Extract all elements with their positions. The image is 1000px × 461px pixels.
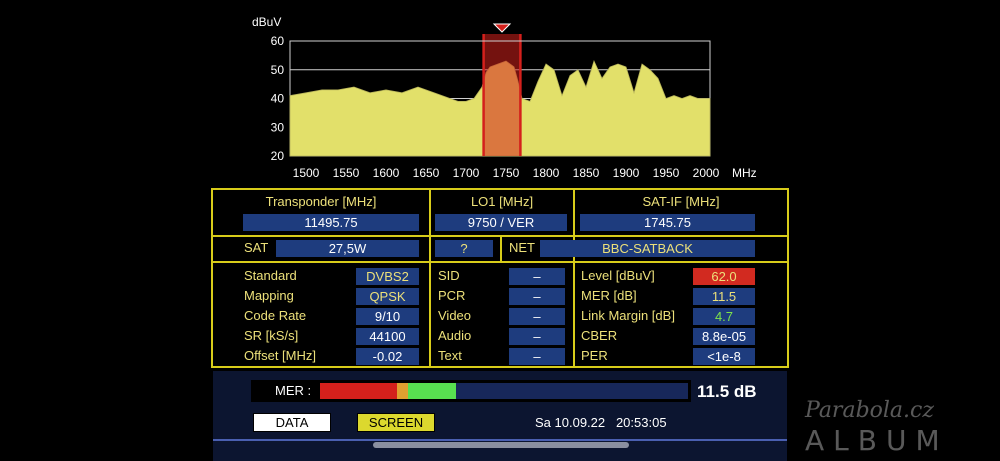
cber-label: CBER <box>581 328 618 343</box>
marker-arrow-icon <box>492 23 512 33</box>
offset-label: Offset [MHz] <box>244 348 316 363</box>
mapping-label: Mapping <box>244 288 294 303</box>
mapping-value: QPSK <box>356 288 419 305</box>
x-tick-label: 1750 <box>493 166 520 180</box>
offset-value: -0.02 <box>356 348 419 365</box>
per-value: <1e-8 <box>693 348 755 365</box>
cber-value: 8.8e-05 <box>693 328 755 345</box>
mer-bar-red-segment <box>320 383 397 399</box>
y-tick-label: 20 <box>271 149 285 163</box>
per-label: PER <box>581 348 608 363</box>
video-value: – <box>509 308 565 325</box>
symbol-rate-label: SR [kS/s] <box>244 328 299 343</box>
y-axis-label: dBuV <box>252 15 281 29</box>
spectrum-chart: 20 30 40 50 60 dBuV 1500 1550 1600 1650 1700 1750 18… <box>252 15 757 180</box>
standard-value: DVBS2 <box>356 268 419 285</box>
mer-bar-orange-segment <box>397 383 408 399</box>
net-label: NET <box>509 240 535 255</box>
sat-label: SAT <box>244 240 269 255</box>
mer-bar-frame: MER : <box>251 380 691 402</box>
y-tick-label: 30 <box>271 120 285 134</box>
x-tick-label: 1850 <box>573 166 600 180</box>
text-value: – <box>509 348 565 365</box>
unknown-value: ? <box>435 240 493 257</box>
parameter-panel: Transponder [MHz] 11495.75 LO1 [MHz] 975… <box>211 188 789 368</box>
datetime: Sa 10.09.22 20:53:05 <box>535 415 667 430</box>
mer-bar-value: 11.5 dB <box>697 382 757 401</box>
x-tick-label: 1950 <box>653 166 680 180</box>
mer-value: 11.5 <box>693 288 755 305</box>
x-tick-label: 1500 <box>293 166 320 180</box>
video-label: Video <box>438 308 472 323</box>
transponder-label: Transponder [MHz] <box>265 194 377 209</box>
x-tick-label: 1650 <box>413 166 440 180</box>
symbol-rate-value: 44100 <box>356 328 419 345</box>
lo1-label: LO1 [MHz] <box>470 194 534 209</box>
pcr-label: PCR <box>438 288 466 303</box>
satif-value: 1745.75 <box>580 214 755 231</box>
watermark-subtitle: ALBUM <box>805 424 949 457</box>
x-tick-label: 1550 <box>333 166 360 180</box>
x-tick-label: 1900 <box>613 166 640 180</box>
y-tick-label: 50 <box>271 63 285 77</box>
link-margin-value: 4.7 <box>693 308 755 325</box>
mer-bar-green-segment <box>408 383 456 399</box>
mer-bar-track <box>320 383 688 399</box>
audio-value: – <box>509 328 565 345</box>
x-tick-label: 1800 <box>533 166 560 180</box>
scroll-indicator[interactable] <box>373 442 629 448</box>
screen-button[interactable]: SCREEN <box>357 413 435 432</box>
net-value: BBC-SATBACK <box>540 240 755 257</box>
code-rate-value: 9/10 <box>356 308 419 325</box>
x-tick-label: 2000 <box>693 166 720 180</box>
standard-label: Standard <box>244 268 297 283</box>
link-margin-label: Link Margin [dB] <box>581 308 675 323</box>
y-tick-label: 60 <box>271 34 285 48</box>
marker-band <box>483 34 521 156</box>
satif-label: SAT-IF [MHz] <box>642 194 720 209</box>
watermark-title: Parabola.cz <box>805 398 934 423</box>
pcr-value: – <box>509 288 565 305</box>
audio-label: Audio <box>438 328 472 343</box>
transponder-value: 11495.75 <box>243 214 419 231</box>
y-tick-label: 40 <box>271 92 285 106</box>
mer-bar-label: MER : <box>275 383 312 398</box>
x-tick-label: 1600 <box>373 166 400 180</box>
code-rate-label: Code Rate <box>244 308 307 323</box>
sid-label: SID <box>438 268 460 283</box>
x-axis-label: MHz <box>732 166 757 180</box>
text-label: Text <box>438 348 462 363</box>
x-tick-label: 1700 <box>453 166 480 180</box>
divider <box>213 439 787 441</box>
mer-label: MER [dB] <box>581 288 637 303</box>
status-area: MER : 11.5 dB DATA SCREEN Sa 10.09.22 20… <box>213 371 787 461</box>
level-value: 62.0 <box>693 268 755 285</box>
data-button[interactable]: DATA <box>253 413 331 432</box>
sid-value: – <box>509 268 565 285</box>
level-label: Level [dBuV] <box>581 268 655 283</box>
lo1-value: 9750 / VER <box>435 214 567 231</box>
sat-value: 27,5W <box>276 240 419 257</box>
